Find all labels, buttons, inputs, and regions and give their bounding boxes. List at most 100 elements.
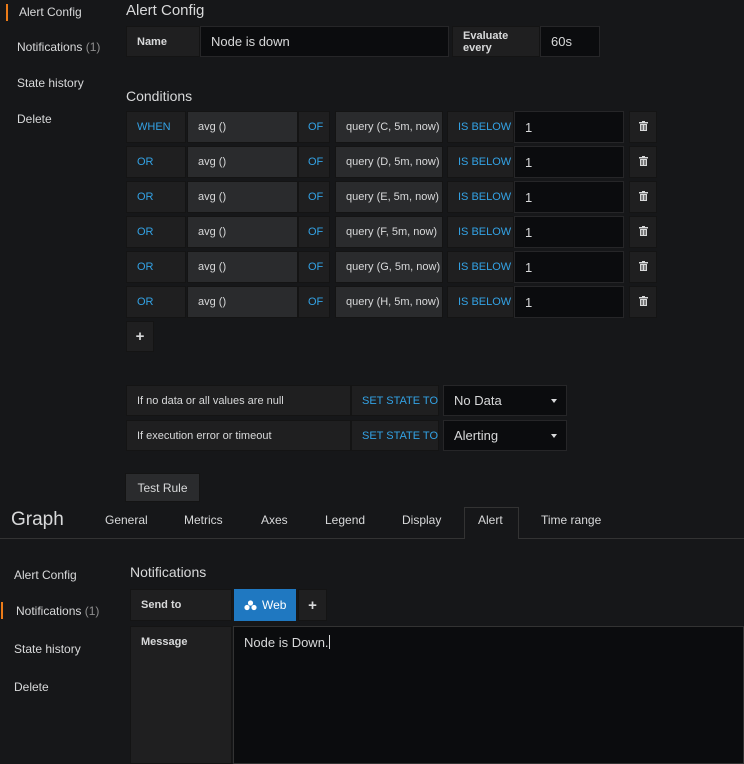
sidebar-item-label: Delete [14,680,49,694]
sidebar-item-label: Delete [17,112,52,126]
nodata-label: If no data or all values are null [126,385,351,416]
notification-count: (1) [85,40,101,54]
sidebar-item-notifications[interactable]: Notifications (1) [16,604,99,618]
sidebar-item-alert-config[interactable]: Alert Config [19,5,82,19]
delete-condition-button[interactable] [629,216,657,248]
message-label: Message [141,636,188,648]
panel-title: Graph [11,509,64,530]
condition-query[interactable]: query (G, 5m, now) [335,251,443,283]
text-cursor [328,635,330,649]
tab-general[interactable]: General [105,513,148,527]
condition-threshold-input[interactable]: 1 [514,181,624,213]
sidebar-item-alert-config[interactable]: Alert Config [14,568,77,582]
condition-threshold-input[interactable]: 1 [514,146,624,178]
add-channel-button[interactable]: + [298,589,327,621]
condition-evaluator[interactable]: IS BELOW [447,216,514,248]
nodata-state-select[interactable]: No Data [443,385,567,416]
condition-function[interactable]: avg () [187,286,298,318]
notification-count: (1) [84,604,100,618]
condition-operator[interactable]: OR [126,146,186,178]
evaluate-input[interactable]: 60s [540,26,600,57]
sidebar-item-label: Notifications [16,604,82,618]
condition-evaluator[interactable]: IS BELOW [447,181,514,213]
condition-query[interactable]: query (H, 5m, now) [335,286,443,318]
notifications-title: Notifications [130,564,207,580]
condition-operator[interactable]: OR [126,181,186,213]
error-state-select[interactable]: Alerting [443,420,567,451]
sidebar-item-label: Alert Config [14,568,77,582]
sidebar-item-delete[interactable]: Delete [17,112,52,126]
add-condition-button[interactable]: + [126,321,154,352]
caret-down-icon [551,433,557,438]
name-input[interactable]: Node is down [200,26,449,57]
condition-operator[interactable]: OR [126,216,186,248]
page-title: Alert Config [126,2,205,19]
condition-operator[interactable]: WHEN [126,111,186,143]
channel-label: Web [262,598,287,612]
channel-icon [244,599,257,611]
delete-condition-button[interactable] [629,146,657,178]
send-to-label: Send to [130,589,232,621]
condition-function[interactable]: avg () [187,181,298,213]
channel-tag[interactable]: Web [234,589,296,621]
nodata-state-value: No Data [454,393,502,408]
tab-display[interactable]: Display [402,513,441,527]
evaluate-label: Evaluate every [452,26,540,57]
condition-function[interactable]: avg () [187,251,298,283]
trash-icon [638,155,648,169]
condition-threshold-input[interactable]: 1 [514,286,624,318]
tab-alert[interactable]: Alert [478,513,503,527]
nodata-set-state-label: SET STATE TO [351,385,439,416]
message-textarea[interactable]: Node is Down. [233,626,744,764]
delete-condition-button[interactable] [629,111,657,143]
condition-operator[interactable]: OR [126,286,186,318]
active-indicator [6,4,8,21]
delete-condition-button[interactable] [629,251,657,283]
sidebar-item-notifications[interactable]: Notifications (1) [17,40,100,54]
name-label: Name [126,26,200,57]
condition-of: OF [298,111,330,143]
trash-icon [638,190,648,204]
condition-threshold-input[interactable]: 1 [514,111,624,143]
condition-evaluator[interactable]: IS BELOW [447,146,514,178]
condition-threshold-input[interactable]: 1 [514,216,624,248]
delete-condition-button[interactable] [629,181,657,213]
sidebar-item-state-history[interactable]: State history [14,642,81,656]
delete-condition-button[interactable] [629,286,657,318]
sidebar-item-state-history[interactable]: State history [17,76,84,90]
condition-function[interactable]: avg () [187,216,298,248]
caret-down-icon [551,398,557,403]
condition-function[interactable]: avg () [187,146,298,178]
conditions-title: Conditions [126,88,193,104]
error-set-state-label: SET STATE TO [351,420,439,451]
condition-query[interactable]: query (C, 5m, now) [335,111,443,143]
condition-evaluator[interactable]: IS BELOW [447,251,514,283]
trash-icon [638,295,648,309]
condition-query[interactable]: query (F, 5m, now) [335,216,443,248]
condition-operator[interactable]: OR [126,251,186,283]
condition-of: OF [298,251,330,283]
message-label-box: Message [130,626,232,764]
sidebar-item-label: State history [17,76,84,90]
tab-metrics[interactable]: Metrics [184,513,223,527]
test-rule-button[interactable]: Test Rule [125,473,200,502]
condition-query[interactable]: query (E, 5m, now) [335,181,443,213]
error-label: If execution error or timeout [126,420,351,451]
condition-of: OF [298,146,330,178]
condition-evaluator[interactable]: IS BELOW [447,111,514,143]
sidebar-item-label: Alert Config [19,5,82,19]
condition-query[interactable]: query (D, 5m, now) [335,146,443,178]
condition-function[interactable]: avg () [187,111,298,143]
message-text: Node is Down. [244,635,329,650]
condition-of: OF [298,181,330,213]
trash-icon [638,260,648,274]
tab-time-range[interactable]: Time range [541,513,601,527]
condition-evaluator[interactable]: IS BELOW [447,286,514,318]
sidebar-item-label: State history [14,642,81,656]
tab-legend[interactable]: Legend [325,513,365,527]
condition-threshold-input[interactable]: 1 [514,251,624,283]
trash-icon [638,120,648,134]
tab-axes[interactable]: Axes [261,513,288,527]
sidebar-item-delete[interactable]: Delete [14,680,49,694]
sidebar-item-label: Notifications [17,40,83,54]
